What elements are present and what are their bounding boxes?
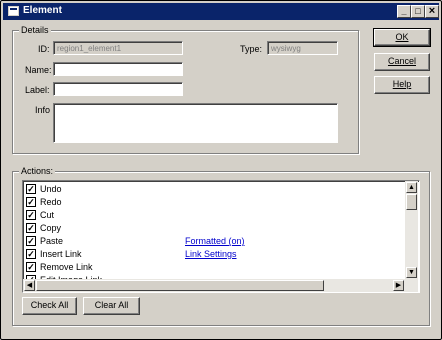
- scroll-up-icon[interactable]: ▲: [406, 182, 417, 193]
- action-label: Insert Link: [40, 249, 82, 259]
- checkbox[interactable]: ✓: [26, 249, 36, 259]
- id-label: ID:: [38, 44, 50, 54]
- action-label: Redo: [40, 197, 62, 207]
- actions-legend: Actions:: [19, 166, 56, 176]
- cancel-button[interactable]: Cancel: [374, 53, 430, 71]
- list-item[interactable]: ✓ Redo: [23, 196, 406, 209]
- checkbox[interactable]: ✓: [26, 262, 36, 272]
- type-field: wysiwyg: [267, 41, 338, 55]
- scroll-left-icon[interactable]: ◀: [24, 280, 35, 291]
- action-label: Undo: [40, 184, 62, 194]
- horizontal-scroll-thumb[interactable]: [36, 280, 324, 291]
- type-label: Type:: [240, 44, 263, 54]
- list-item[interactable]: ✓ Remove Link: [23, 261, 406, 274]
- scroll-right-icon[interactable]: ▶: [393, 280, 404, 291]
- action-label: Paste: [40, 236, 64, 246]
- check-all-button[interactable]: Check All: [22, 297, 77, 315]
- help-button-label: Help: [392, 79, 412, 89]
- scroll-down-icon[interactable]: ▼: [406, 267, 417, 278]
- list-item[interactable]: ✓ Copy: [23, 222, 406, 235]
- cancel-button-label: Cancel: [387, 56, 416, 66]
- checkbox[interactable]: ✓: [26, 184, 36, 194]
- info-label: Info: [35, 105, 51, 115]
- checkbox[interactable]: ✓: [26, 223, 36, 233]
- list-item[interactable]: ✓ Insert Link Link Settings: [23, 248, 406, 261]
- name-label: Name:: [25, 65, 52, 75]
- info-textarea[interactable]: [53, 103, 338, 143]
- checkbox[interactable]: ✓: [26, 210, 36, 220]
- close-button[interactable]: ×: [425, 5, 439, 18]
- minimize-button[interactable]: _: [397, 5, 411, 18]
- maximize-button[interactable]: □: [411, 5, 425, 18]
- clear-all-button[interactable]: Clear All: [83, 297, 140, 315]
- id-field: region1_element1: [53, 41, 183, 55]
- check-all-label: Check All: [30, 300, 69, 310]
- vertical-scroll-thumb[interactable]: [406, 194, 417, 210]
- action-label: Cut: [40, 210, 55, 220]
- list-item[interactable]: ✓ Undo: [23, 183, 406, 196]
- action-label: Remove Link: [40, 262, 93, 272]
- checkbox[interactable]: ✓: [26, 236, 36, 246]
- list-item[interactable]: ✓ Cut: [23, 209, 406, 222]
- window-title: Element: [23, 5, 62, 16]
- checkbox[interactable]: ✓: [26, 197, 36, 207]
- paste-settings-link[interactable]: Formatted (on): [185, 236, 245, 246]
- clear-all-label: Clear All: [94, 300, 129, 310]
- name-input[interactable]: [53, 62, 183, 76]
- action-label: Copy: [40, 223, 62, 233]
- details-legend: Details: [19, 25, 51, 35]
- horizontal-scrollbar[interactable]: ◀ ▶: [23, 279, 418, 292]
- title-bar[interactable]: Element _ □ ×: [3, 3, 439, 20]
- label-input[interactable]: [53, 82, 183, 96]
- actions-list[interactable]: ✓ Undo ✓ Redo ✓ Cut ✓ Copy ✓ Paste Formatted (…: [22, 180, 420, 293]
- vertical-scrollbar[interactable]: ▲ ▼: [405, 181, 418, 279]
- ok-button[interactable]: OK: [373, 28, 431, 47]
- list-item[interactable]: ✓ Paste Formatted (on): [23, 235, 406, 248]
- window-icon: [8, 6, 19, 16]
- link-settings-link[interactable]: Link Settings: [185, 249, 237, 259]
- help-button[interactable]: Help: [374, 76, 430, 94]
- element-dialog: Element _ □ × Details ID: region1_elemen…: [0, 0, 442, 340]
- label-label: Label:: [25, 85, 50, 95]
- ok-button-label: OK: [395, 32, 409, 42]
